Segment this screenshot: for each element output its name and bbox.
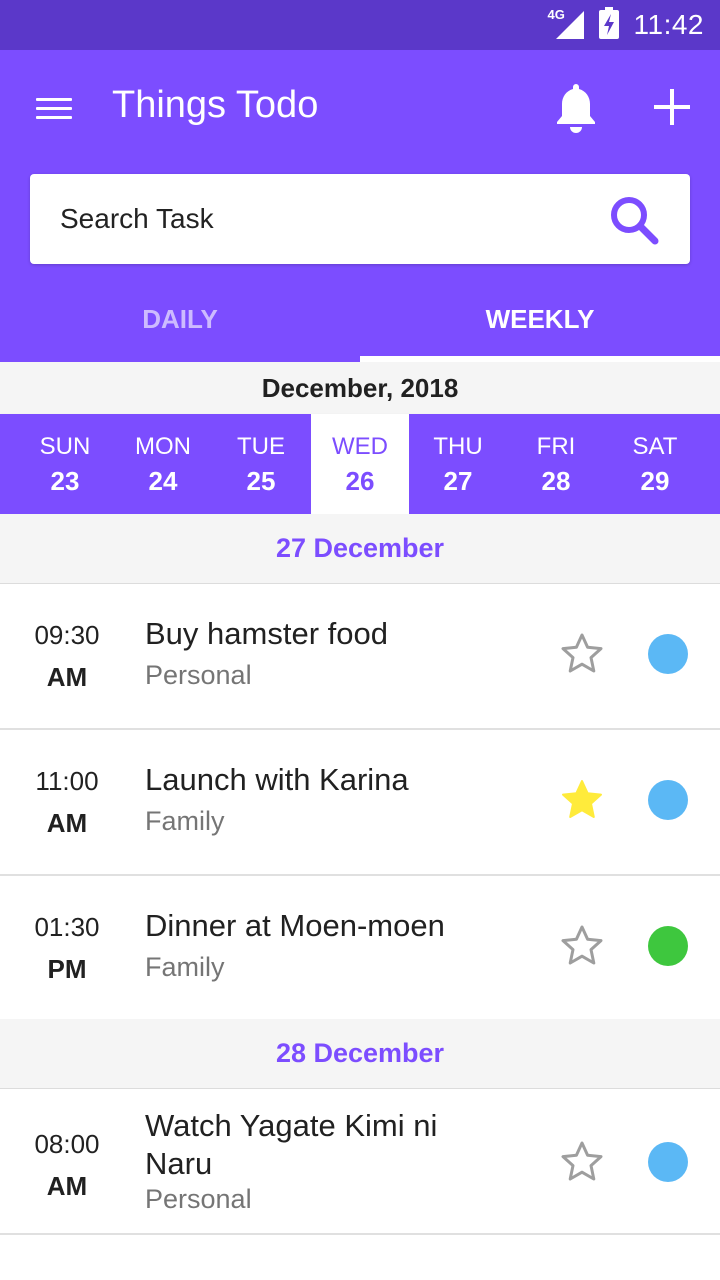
view-tabs: DAILY WEEKLY [0,276,720,362]
task-ampm: AM [46,808,88,838]
task-title: Launch with Karina [145,762,409,797]
day-date: 24 [148,466,178,496]
task-list[interactable]: 27 December 09:30 AM Buy hamster food Pe… [0,514,720,1280]
tab-weekly[interactable]: WEEKLY [360,276,720,362]
category-color-dot [648,926,688,966]
category-color-dot [648,1142,688,1182]
day-date: 26 [345,466,375,496]
task-time: 01:30 [34,912,100,942]
task-title: Dinner at Moen-moen [145,908,445,943]
bell-icon[interactable] [552,80,600,134]
task-time: 08:00 [34,1129,100,1159]
day-name: WED [332,433,388,460]
search-icon[interactable] [608,194,660,246]
task-category: Family [145,806,225,836]
day-thu[interactable]: THU 27 [409,414,507,514]
task-category: Personal [145,660,252,690]
category-color-dot [648,634,688,674]
day-date: 25 [246,466,276,496]
star-icon[interactable] [558,630,606,678]
battery-charging-icon [598,6,620,44]
task-ampm: AM [46,662,88,692]
star-icon[interactable] [558,922,606,970]
status-time: 11:42 [633,9,704,40]
day-date: 29 [640,466,670,496]
task-time: 11:00 [35,766,99,796]
section-header: 27 December [0,514,720,584]
star-icon[interactable] [558,1138,606,1186]
day-name: THU [433,433,483,460]
search-input[interactable] [60,174,620,264]
task-category: Family [145,952,225,982]
task-row[interactable]: 08:00 AM Watch Yagate Kimi ni Naru Perso… [0,1089,720,1235]
app-title: Things Todo [112,84,319,126]
tab-daily[interactable]: DAILY [0,276,360,362]
signal-icon: 4G [548,7,584,41]
day-date: 23 [50,466,80,496]
section-header: 28 December [0,1019,720,1089]
day-tue[interactable]: TUE 25 [212,414,310,514]
app-bar: Things Todo DAILY WEEKLY [0,50,720,362]
task-row[interactable]: 11:00 AM Launch with Karina Family [0,730,720,876]
day-name: FRI [536,433,576,460]
menu-icon[interactable] [36,92,76,124]
task-ampm: PM [47,954,87,984]
day-name: MON [135,433,191,460]
task-title: Buy hamster food [145,616,388,651]
day-sun[interactable]: SUN 23 [16,414,114,514]
month-label: December, 2018 [0,362,720,414]
status-bar: 4G 11:42 [0,0,720,50]
star-filled-icon[interactable] [558,776,606,824]
task-row[interactable]: 09:30 AM Buy hamster food Personal [0,584,720,730]
task-time: 09:30 [34,620,100,650]
day-date: 28 [541,466,571,496]
task-title: Watch Yagate Kimi ni Naru [145,1108,438,1181]
day-fri[interactable]: FRI 28 [507,414,605,514]
task-ampm: AM [46,1171,88,1201]
task-category: Personal [145,1184,252,1214]
search-bar [30,174,690,264]
task-row[interactable]: 01:30 PM Dinner at Moen-moen Family [0,876,720,1022]
day-date: 27 [443,466,473,496]
day-name: SUN [39,433,91,460]
plus-icon[interactable] [648,80,696,134]
category-color-dot [648,780,688,820]
day-name: TUE [237,433,285,460]
day-wed[interactable]: WED 26 [311,414,409,514]
day-mon[interactable]: MON 24 [114,414,212,514]
week-strip: SUN 23 MON 24 TUE 25 WED 26 THU 27 FRI 2… [0,414,720,514]
day-name: SAT [632,433,678,460]
day-sat[interactable]: SAT 29 [606,414,704,514]
